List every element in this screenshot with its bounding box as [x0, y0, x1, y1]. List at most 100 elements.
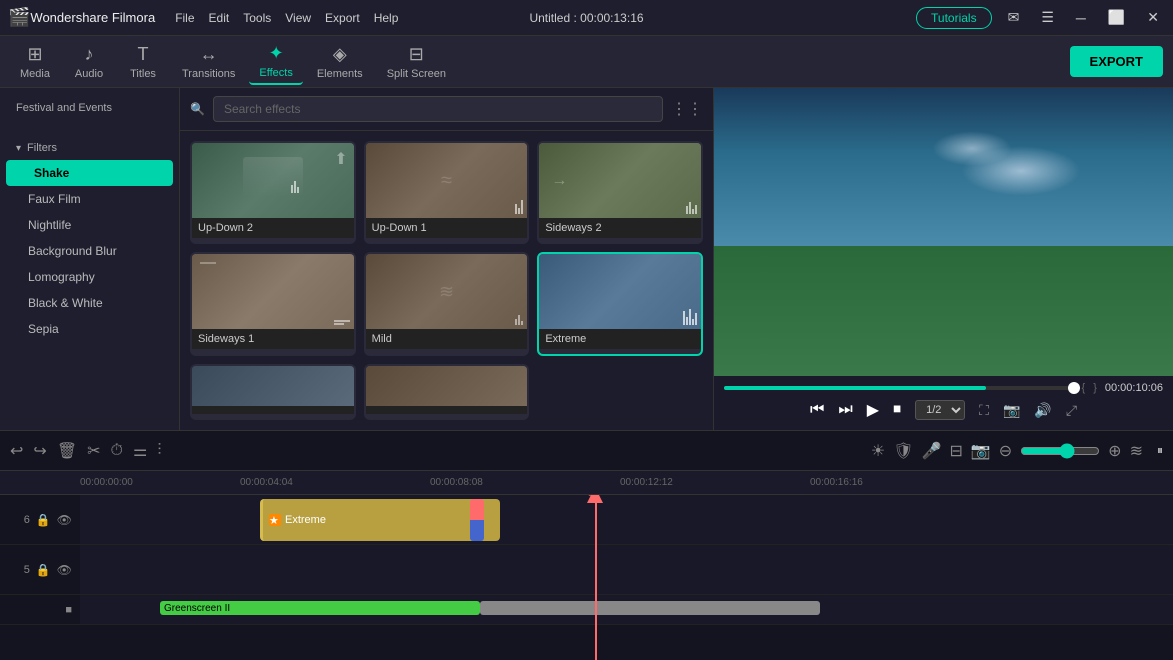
search-bar: 🔍 ⋮⋮ [180, 88, 713, 131]
sun-icon[interactable]: ☀ [871, 441, 885, 461]
playhead [595, 495, 597, 660]
sidebar-item-nightlife[interactable]: Nightlife [0, 212, 179, 238]
snapshot-icon[interactable]: 📷 [1003, 402, 1020, 419]
ruler-mark-4: 00:00:16:16 [810, 477, 863, 488]
fullscreen-icon[interactable]: ⛶ [979, 402, 989, 419]
project-title: Untitled : 00:00:13:16 [529, 11, 643, 25]
menu-export[interactable]: Export [325, 11, 360, 25]
effect-label-updown2: Up-Down 2 [192, 218, 354, 238]
toolbar-audio-label: Audio [75, 68, 103, 80]
track-eye-6[interactable]: 👁 [57, 513, 72, 527]
sidebar-item-blackwhite[interactable]: Black & White [0, 290, 179, 316]
timeline-ruler: 00:00:00:00 00:00:04:04 00:00:08:08 00:0… [0, 471, 1173, 495]
effect-card-mild[interactable]: ≋ Mild [364, 252, 530, 355]
preview-sky [714, 88, 1173, 246]
zoom-slider[interactable] [1020, 443, 1100, 459]
toolbar-elements[interactable]: ◈ Elements [307, 40, 373, 84]
toolbar-transitions-label: Transitions [182, 68, 235, 80]
clip-extreme-label: Extreme [285, 514, 326, 526]
sidebar-filters-title[interactable]: ▾ Filters [0, 136, 179, 160]
menu-help[interactable]: Help [374, 11, 399, 25]
tutorials-button[interactable]: Tutorials [916, 7, 992, 29]
shield-icon[interactable]: 🛡 [893, 441, 913, 461]
ruler-mark-3: 00:00:12:12 [620, 477, 673, 488]
menu-edit[interactable]: Edit [209, 11, 230, 25]
skip-back-button[interactable]: ⏮ [810, 401, 824, 419]
play-button[interactable]: ▶ [867, 400, 879, 420]
timeline-tools-right: ☀ 🛡 🎤 ⊟ 📷 ⊖ ⊕ ≋ [871, 441, 1143, 461]
progress-bar[interactable] [724, 386, 1074, 390]
progress-thumb [1068, 382, 1080, 394]
splitscreen-icon: ⊟ [409, 44, 424, 65]
speed-select[interactable]: 1/2 1/1 2x [915, 400, 965, 420]
clip-effect-stack[interactable] [470, 499, 484, 541]
stop-button[interactable]: ⏹ [893, 401, 901, 419]
clip-greenscreen[interactable]: Greenscreen II [160, 601, 480, 615]
transitions-icon: ↔ [200, 44, 218, 65]
waveform-icon[interactable]: ≋ [1130, 441, 1143, 461]
sidebar-item-fauxfilm[interactable]: Faux Film [0, 186, 179, 212]
toolbar-effects[interactable]: ✦ Effects [249, 39, 302, 85]
search-icon: 🔍 [190, 102, 205, 116]
split-icon[interactable]: ⚌ [133, 441, 147, 461]
export-button[interactable]: EXPORT [1070, 46, 1163, 77]
effect-card-sideways2[interactable]: → Sideways 2 [537, 141, 703, 244]
frame-back-button[interactable]: ⏭ [838, 401, 852, 419]
effect-card-extreme[interactable]: Extreme [537, 252, 703, 355]
pip-icon[interactable]: ⤢ [1066, 402, 1077, 419]
lomography-label: Lomography [28, 270, 95, 284]
menu-tools[interactable]: Tools [243, 11, 271, 25]
sidebar-festival-events[interactable]: Festival and Events [0, 96, 179, 120]
toolbar-splitscreen-label: Split Screen [387, 68, 446, 80]
main-content: Festival and Events ▾ Filters Shake Faux… [0, 88, 1173, 430]
track-lock-5[interactable]: 🔒 [36, 563, 51, 577]
maximize-icon[interactable]: ⬜ [1102, 7, 1131, 28]
effect-card-more2[interactable] [364, 364, 530, 420]
plus-circle-icon[interactable]: ⊕ [1108, 441, 1121, 461]
camera-icon[interactable]: 📷 [971, 441, 991, 461]
effect-label-extreme: Extreme [539, 329, 701, 349]
undo-icon[interactable]: ↩ [10, 441, 23, 461]
notifications-icon[interactable]: ✉ [1002, 7, 1026, 28]
search-input[interactable] [213, 96, 663, 122]
grid-view-icon[interactable]: ⋮⋮ [671, 99, 703, 119]
toolbar-titles[interactable]: T Titles [118, 40, 168, 84]
mic-icon[interactable]: 🎤 [922, 441, 942, 461]
ripple-icon[interactable]: ⫶ [157, 442, 161, 460]
voiceover-icon[interactable]: ⊟ [949, 441, 962, 461]
close-icon[interactable]: ✕ [1141, 7, 1165, 28]
effect-card-updown2[interactable]: ⬆ Up-Down 2 [190, 141, 356, 244]
menu-icon[interactable]: ☰ [1035, 7, 1060, 28]
menu-view[interactable]: View [285, 11, 311, 25]
toolbar-audio[interactable]: ♪ Audio [64, 40, 114, 84]
delete-icon[interactable]: 🗑 [57, 441, 77, 461]
sidebar-item-backgroundblur[interactable]: Background Blur [0, 238, 179, 264]
sidebar-item-sepia[interactable]: Sepia [0, 316, 179, 342]
festival-label: Festival and Events [16, 102, 112, 114]
minimize-icon[interactable]: ─ [1070, 8, 1092, 28]
titles-icon: T [138, 44, 149, 65]
cut-icon[interactable]: ✂ [87, 441, 100, 461]
duration-icon[interactable]: ⏱ [111, 442, 123, 460]
clip-extreme[interactable]: ★ Extreme [260, 499, 500, 541]
track-eye-5[interactable]: 👁 [57, 563, 72, 577]
volume-icon[interactable]: 🔊 [1034, 402, 1051, 419]
minus-circle-icon[interactable]: ⊖ [999, 441, 1012, 461]
sidebar-item-shake[interactable]: Shake [6, 160, 173, 186]
toolbar-transitions[interactable]: ↔ Transitions [172, 40, 245, 84]
effect-card-updown1[interactable]: ≈ Up-Down 1 [364, 141, 530, 244]
effect-card-more1[interactable] [190, 364, 356, 420]
effect-card-sideways1[interactable]: Sideways 1 [190, 252, 356, 355]
snap-icon[interactable]: ⏸ [1157, 443, 1163, 458]
menu-file[interactable]: File [175, 11, 194, 25]
redo-icon[interactable]: ↪ [33, 441, 46, 461]
track-controls-green: ■ [0, 604, 80, 616]
fauxfilm-label: Faux Film [28, 192, 81, 206]
toolbar-media[interactable]: ⊞ Media [10, 40, 60, 84]
track-num-6: 6 [24, 514, 30, 526]
elements-icon: ◈ [333, 44, 347, 65]
toolbar-splitscreen[interactable]: ⊟ Split Screen [377, 40, 456, 84]
toolbar-effects-label: Effects [259, 67, 292, 79]
track-lock-6[interactable]: 🔒 [36, 513, 51, 527]
sidebar-item-lomography[interactable]: Lomography [0, 264, 179, 290]
